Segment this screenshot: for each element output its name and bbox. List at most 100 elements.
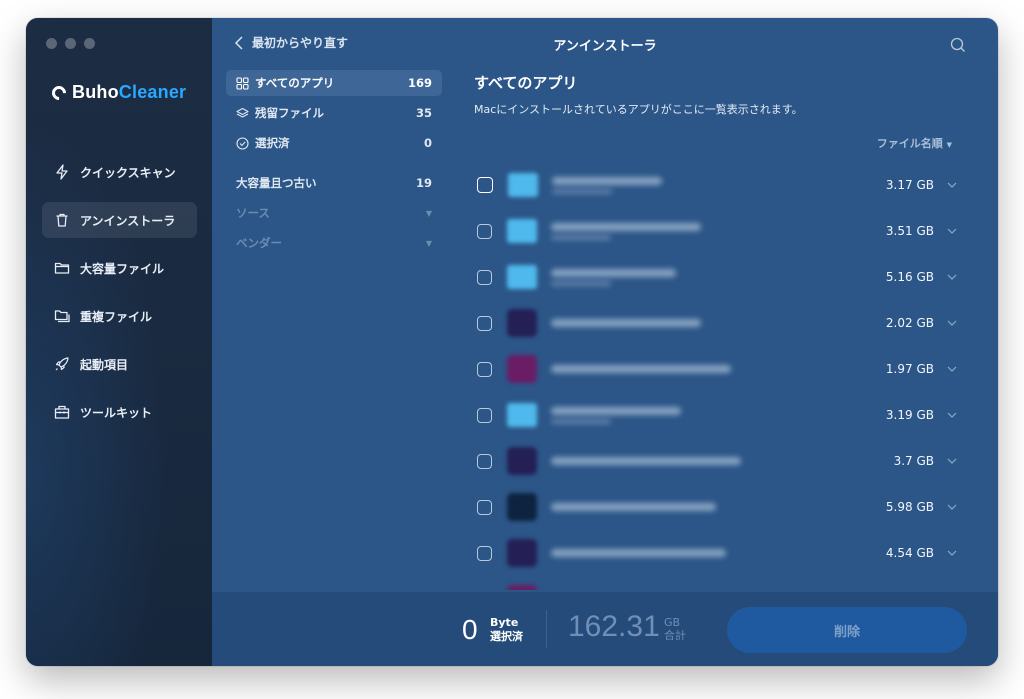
app-name-blurred — [551, 406, 681, 424]
minimize-window-button[interactable] — [65, 38, 76, 49]
category-label: 大容量且つ古い — [236, 176, 317, 190]
sidebar-item-quick-scan[interactable]: クイックスキャン — [42, 154, 197, 190]
sidebar-item-toolkit[interactable]: ツールキット — [42, 394, 197, 430]
filter-source-dropdown[interactable]: ソース ▼ — [226, 200, 442, 226]
category-selected[interactable]: 選択済 0 — [226, 130, 442, 156]
list-item[interactable]: 5.98 GB — [474, 484, 964, 530]
chevron-down-icon[interactable] — [946, 455, 958, 467]
list-item[interactable]: 3.19 GB — [474, 392, 964, 438]
row-checkbox[interactable] — [477, 361, 492, 377]
app-name-blurred — [551, 268, 676, 286]
list-header: すべてのアプリ Macにインストールされているアプリがここに一覧表示されます。 — [474, 70, 803, 117]
sidebar-item-uninstaller[interactable]: アンインストーラ — [42, 202, 197, 238]
app-size: 2.02 GB — [885, 316, 934, 330]
sidebar-nav: クイックスキャン アンインストーラ 大容量ファイル 重複ファイル 起動項目 ツー… — [42, 154, 197, 442]
list-item[interactable]: 2.02 GB — [474, 300, 964, 346]
total-size-unit: GB — [664, 616, 681, 629]
category-count: 35 — [415, 106, 432, 120]
app-size: 3.51 GB — [885, 224, 934, 238]
sort-label: ファイル名順 — [876, 137, 943, 150]
sidebar-item-duplicate-files[interactable]: 重複ファイル — [42, 298, 197, 334]
chevron-down-icon[interactable] — [946, 317, 958, 329]
app-name-blurred — [551, 222, 701, 240]
list-item[interactable]: 3.7 GB — [474, 438, 964, 484]
category-large-and-old[interactable]: 大容量且つ古い 19 — [226, 170, 442, 196]
app-size: 5.98 GB — [885, 500, 934, 514]
total-size-value: 162.31 — [568, 610, 660, 643]
row-checkbox[interactable] — [477, 269, 492, 285]
app-size: 3.7 GB — [893, 454, 934, 468]
lightning-icon — [54, 164, 70, 180]
list-item[interactable] — [474, 576, 964, 590]
app-folder-icon — [507, 403, 537, 427]
selected-size-label: 選択済 — [490, 630, 523, 643]
app-name-blurred — [551, 549, 726, 557]
app-window: BuhoCleaner クイックスキャン アンインストーラ 大容量ファイル 重複… — [26, 18, 998, 666]
category-all-apps[interactable]: すべてのアプリ 169 — [226, 70, 442, 96]
chevron-down-icon[interactable] — [946, 225, 958, 237]
row-checkbox[interactable] — [477, 177, 493, 193]
list-item[interactable]: 3.51 GB — [474, 208, 964, 254]
search-icon[interactable] — [950, 37, 966, 53]
caret-down-icon: ▼ — [946, 141, 952, 149]
row-checkbox[interactable] — [477, 499, 492, 515]
app-size: 1.97 GB — [885, 362, 934, 376]
trash-icon — [54, 212, 70, 228]
category-panel: すべてのアプリ 169 残留ファイル 35 選択済 0 大容量且つ古い 19 ソ… — [226, 70, 442, 260]
bottom-bar: 0 Byte 選択済 162.31 GB 合計 削除 — [212, 592, 998, 666]
app-folder-icon — [507, 219, 537, 243]
chevron-down-icon[interactable] — [946, 179, 958, 191]
footer-divider — [546, 610, 547, 648]
sidebar-item-startup-items[interactable]: 起動項目 — [42, 346, 197, 382]
list-item[interactable]: 3.17 GB — [474, 162, 964, 208]
delete-button[interactable]: 削除 — [727, 607, 967, 653]
app-icon — [507, 447, 537, 475]
filter-label: ベンダー — [236, 236, 282, 250]
list-item[interactable]: 4.54 GB — [474, 530, 964, 576]
filter-label: ソース — [236, 206, 270, 220]
category-leftover-files[interactable]: 残留ファイル 35 — [226, 100, 442, 126]
buho-logo-icon — [49, 82, 69, 103]
chevron-down-icon[interactable] — [946, 547, 958, 559]
caret-down-icon: ▼ — [425, 208, 432, 218]
chevron-down-icon[interactable] — [946, 271, 958, 283]
row-checkbox[interactable] — [477, 545, 492, 561]
sort-dropdown[interactable]: ファイル名順 ▼ — [877, 135, 952, 151]
filter-vendor-dropdown[interactable]: ベンダー ▼ — [226, 230, 442, 256]
total-size-label: 合計 — [664, 629, 686, 642]
app-icon — [507, 585, 537, 590]
app-icon — [507, 355, 537, 383]
list-title: すべてのアプリ — [474, 74, 578, 92]
grid-icon — [236, 76, 249, 90]
app-name-blurred — [551, 503, 716, 511]
row-checkbox[interactable] — [477, 453, 492, 469]
selected-size-value: 0 — [462, 614, 478, 645]
list-item[interactable]: 5.16 GB — [474, 254, 964, 300]
row-checkbox[interactable] — [477, 315, 492, 331]
selected-size-unit: Byte — [490, 616, 519, 629]
zoom-window-button[interactable] — [84, 38, 95, 49]
category-count: 169 — [407, 76, 432, 90]
list-item[interactable]: 1.97 GB — [474, 346, 964, 392]
toolkit-icon — [54, 404, 70, 420]
chevron-down-icon[interactable] — [946, 363, 958, 375]
sidebar-item-label: ツールキット — [80, 405, 153, 420]
app-icon — [507, 309, 537, 337]
app-name-blurred — [551, 457, 741, 465]
row-checkbox[interactable] — [477, 223, 492, 239]
sidebar: BuhoCleaner クイックスキャン アンインストーラ 大容量ファイル 重複… — [26, 18, 212, 666]
row-checkbox[interactable] — [477, 407, 492, 423]
brand-name: BuhoCleaner — [72, 82, 187, 102]
chevron-down-icon[interactable] — [946, 501, 958, 513]
sidebar-item-large-files[interactable]: 大容量ファイル — [42, 250, 197, 286]
sidebar-item-label: 重複ファイル — [80, 309, 153, 324]
app-name-blurred — [552, 176, 662, 194]
chevron-down-icon[interactable] — [946, 409, 958, 421]
app-size: 3.17 GB — [885, 178, 934, 192]
category-label: 残留ファイル — [255, 106, 324, 120]
top-bar: 最初からやり直す アンインストーラ — [212, 18, 998, 70]
app-folder-icon — [507, 265, 537, 289]
close-window-button[interactable] — [46, 38, 57, 49]
sidebar-item-label: 起動項目 — [80, 357, 129, 372]
app-size: 4.54 GB — [885, 546, 934, 560]
